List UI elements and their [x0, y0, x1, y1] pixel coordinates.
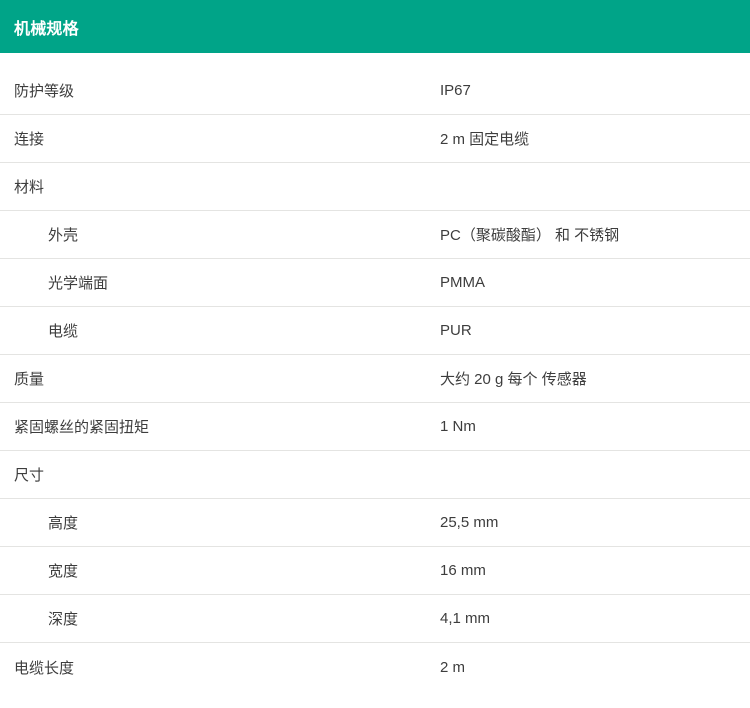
row-label: 材料 [0, 176, 440, 197]
row-value: 大约 20 g 每个 传感器 [440, 368, 750, 389]
row-label: 深度 [0, 608, 440, 629]
row-label: 电缆 [0, 320, 440, 341]
row-label: 连接 [0, 128, 440, 149]
row-label: 紧固螺丝的紧固扭矩 [0, 416, 440, 437]
row-value: IP67 [440, 82, 750, 99]
row-label: 宽度 [0, 560, 440, 581]
row-value: 4,1 mm [440, 610, 750, 627]
table-row: 电缆长度2 m [0, 643, 750, 691]
table-row: 宽度16 mm [0, 547, 750, 595]
table-row: 连接2 m 固定电缆 [0, 115, 750, 163]
row-value: PMMA [440, 274, 750, 291]
section-row: 材料 [0, 163, 750, 211]
table-row: 外壳PC（聚碳酸酯） 和 不锈钢 [0, 211, 750, 259]
row-value: 1 Nm [440, 418, 750, 435]
spec-page: 机械规格 防护等级IP67连接2 m 固定电缆材料外壳PC（聚碳酸酯） 和 不锈… [0, 0, 750, 708]
row-value: PUR [440, 322, 750, 339]
table-row: 光学端面PMMA [0, 259, 750, 307]
table-row: 紧固螺丝的紧固扭矩1 Nm [0, 403, 750, 451]
row-label: 电缆长度 [0, 657, 440, 678]
row-label: 尺寸 [0, 464, 440, 485]
table-row: 电缆PUR [0, 307, 750, 355]
row-label: 外壳 [0, 224, 440, 245]
row-value: 2 m [440, 659, 750, 676]
section-row: 尺寸 [0, 451, 750, 499]
row-label: 质量 [0, 368, 440, 389]
section-header: 机械规格 [0, 0, 750, 53]
table-row: 深度4,1 mm [0, 595, 750, 643]
row-value: PC（聚碳酸酯） 和 不锈钢 [440, 224, 750, 245]
row-label: 高度 [0, 512, 440, 533]
table-row: 高度25,5 mm [0, 499, 750, 547]
table-row: 质量大约 20 g 每个 传感器 [0, 355, 750, 403]
row-value: 2 m 固定电缆 [440, 128, 750, 149]
row-label: 光学端面 [0, 272, 440, 293]
spec-table: 防护等级IP67连接2 m 固定电缆材料外壳PC（聚碳酸酯） 和 不锈钢光学端面… [0, 53, 750, 691]
row-value: 16 mm [440, 562, 750, 579]
row-value: 25,5 mm [440, 514, 750, 531]
table-row: 防护等级IP67 [0, 67, 750, 115]
row-label: 防护等级 [0, 80, 440, 101]
section-title: 机械规格 [14, 15, 79, 39]
